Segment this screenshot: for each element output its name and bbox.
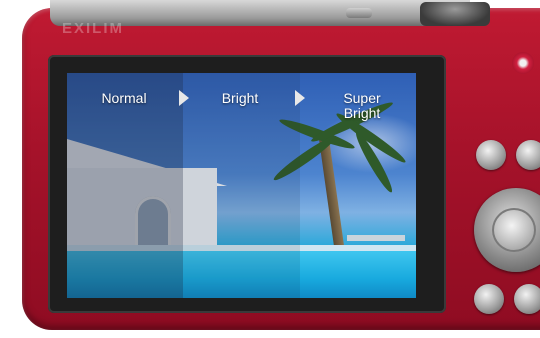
power-indicator-icon: [512, 52, 534, 74]
bright-brightness-panel: [183, 73, 300, 298]
side-button-1[interactable]: [476, 140, 506, 170]
bench: [347, 235, 405, 241]
option-bright-label: Bright: [221, 90, 259, 106]
arrow-right-icon: [179, 90, 189, 106]
side-button-3[interactable]: [474, 284, 504, 314]
mode-knob[interactable]: [346, 8, 372, 18]
side-button-4[interactable]: [514, 284, 540, 314]
set-button[interactable]: [492, 208, 536, 252]
lcd-screen: Normal Bright Super Bright: [67, 73, 416, 298]
normal-brightness-panel: [67, 73, 183, 298]
side-button-2[interactable]: [516, 140, 540, 170]
option-super-bright-label: Super Bright: [343, 90, 381, 121]
shutter-button[interactable]: [420, 2, 490, 26]
option-normal-label: Normal: [101, 90, 147, 106]
arrow-right-icon: [295, 90, 305, 106]
brand-logo: EXILIM: [62, 20, 125, 37]
